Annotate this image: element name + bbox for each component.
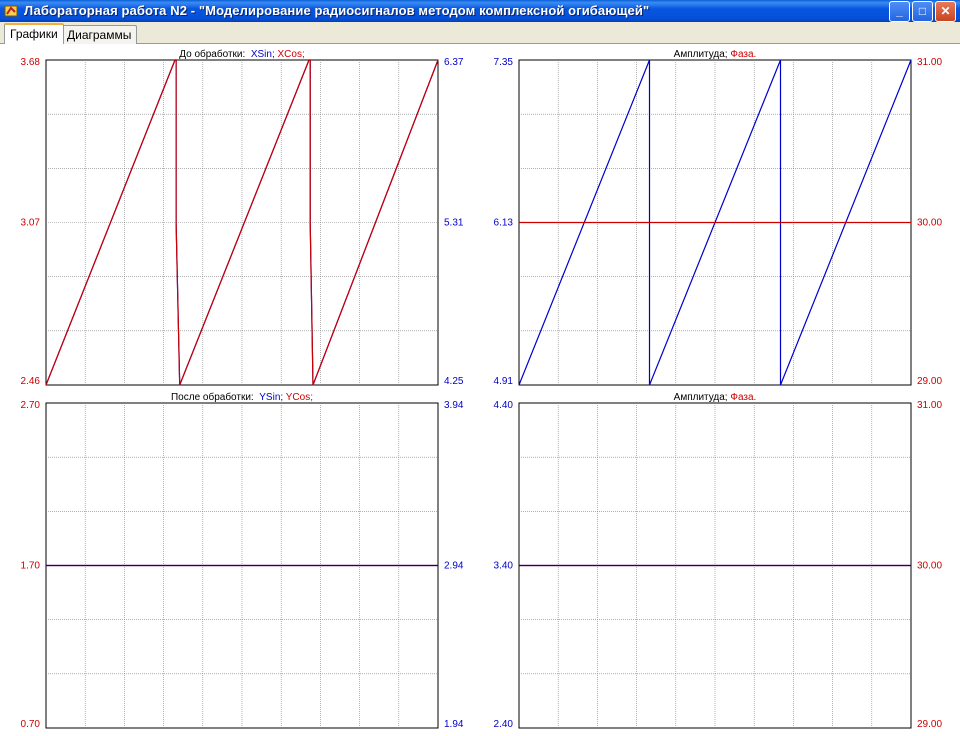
chart-title-part: Амплитуда; [674, 392, 731, 403]
chart-title: Амплитуда; Фаза. [674, 392, 757, 403]
maximize-icon: □ [918, 4, 927, 18]
chart-title-part: YCos; [286, 392, 313, 403]
right-tick-label: 6.37 [444, 57, 464, 68]
right-tick-label: 31.00 [917, 400, 942, 411]
left-tick-label: 0.70 [21, 719, 41, 730]
tab-graphs[interactable]: Графики [4, 23, 64, 44]
charts-area: 3.68 3.07 2.46 6.37 5.31 4.25 До обработки: XS… [0, 44, 960, 736]
app-icon [4, 5, 18, 17]
left-tick-label: 1.70 [21, 561, 41, 572]
chart-title: Амплитуда; Фаза. [674, 49, 757, 60]
left-tick-label: 2.70 [21, 400, 41, 411]
chart-title-part: XSin; [251, 49, 278, 60]
charts-svg: 3.68 3.07 2.46 6.37 5.31 4.25 До обработки: XS… [21, 48, 943, 730]
right-tick-label: 5.31 [444, 218, 464, 229]
title-bar[interactable]: Лабораторная работа N2 - "Моделирование … [0, 0, 960, 22]
maximize-button[interactable]: □ [912, 1, 933, 22]
chart-title-part: До обработки: [179, 48, 251, 60]
chart-title-part: XCos; [278, 49, 305, 60]
left-tick-label: 2.40 [494, 719, 514, 730]
right-tick-label: 1.94 [444, 719, 464, 730]
left-tick-label: 3.07 [21, 218, 41, 229]
chart-title-part: Амплитуда; [674, 49, 731, 60]
left-tick-label: 3.40 [494, 561, 514, 572]
right-tick-label: 30.00 [917, 561, 942, 572]
minimize-button[interactable]: _ [889, 1, 910, 22]
right-tick-label: 29.00 [917, 719, 942, 730]
chart-title-part: Фаза. [730, 49, 756, 60]
minimize-icon: _ [896, 4, 903, 18]
chart-title-part: Фаза. [730, 392, 756, 403]
window-title: Лабораторная работа N2 - "Моделирование … [24, 3, 650, 18]
left-tick-label: 4.91 [494, 376, 514, 387]
tab-diagrams[interactable]: Диаграммы [61, 25, 138, 44]
right-tick-label: 2.94 [444, 561, 464, 572]
chart-title: После обработки: YSin; YCos; [171, 391, 313, 403]
chart-title-part: YSin; [259, 392, 286, 403]
right-tick-label: 30.00 [917, 218, 942, 229]
right-tick-label: 4.25 [444, 376, 464, 387]
close-button[interactable]: ✕ [935, 1, 956, 22]
close-icon: ✕ [940, 4, 951, 18]
right-tick-label: 3.94 [444, 400, 464, 411]
left-tick-label: 2.46 [21, 376, 41, 387]
left-tick-label: 7.35 [494, 57, 514, 68]
right-tick-label: 31.00 [917, 57, 942, 68]
right-tick-label: 29.00 [917, 376, 942, 387]
chart-title: До обработки: XSin; XCos; [179, 48, 305, 60]
tab-strip: Графики Диаграммы [0, 22, 960, 44]
left-tick-label: 3.68 [21, 57, 41, 68]
left-tick-label: 6.13 [494, 218, 514, 229]
chart-title-part: После обработки: [171, 391, 259, 403]
left-tick-label: 4.40 [494, 400, 514, 411]
